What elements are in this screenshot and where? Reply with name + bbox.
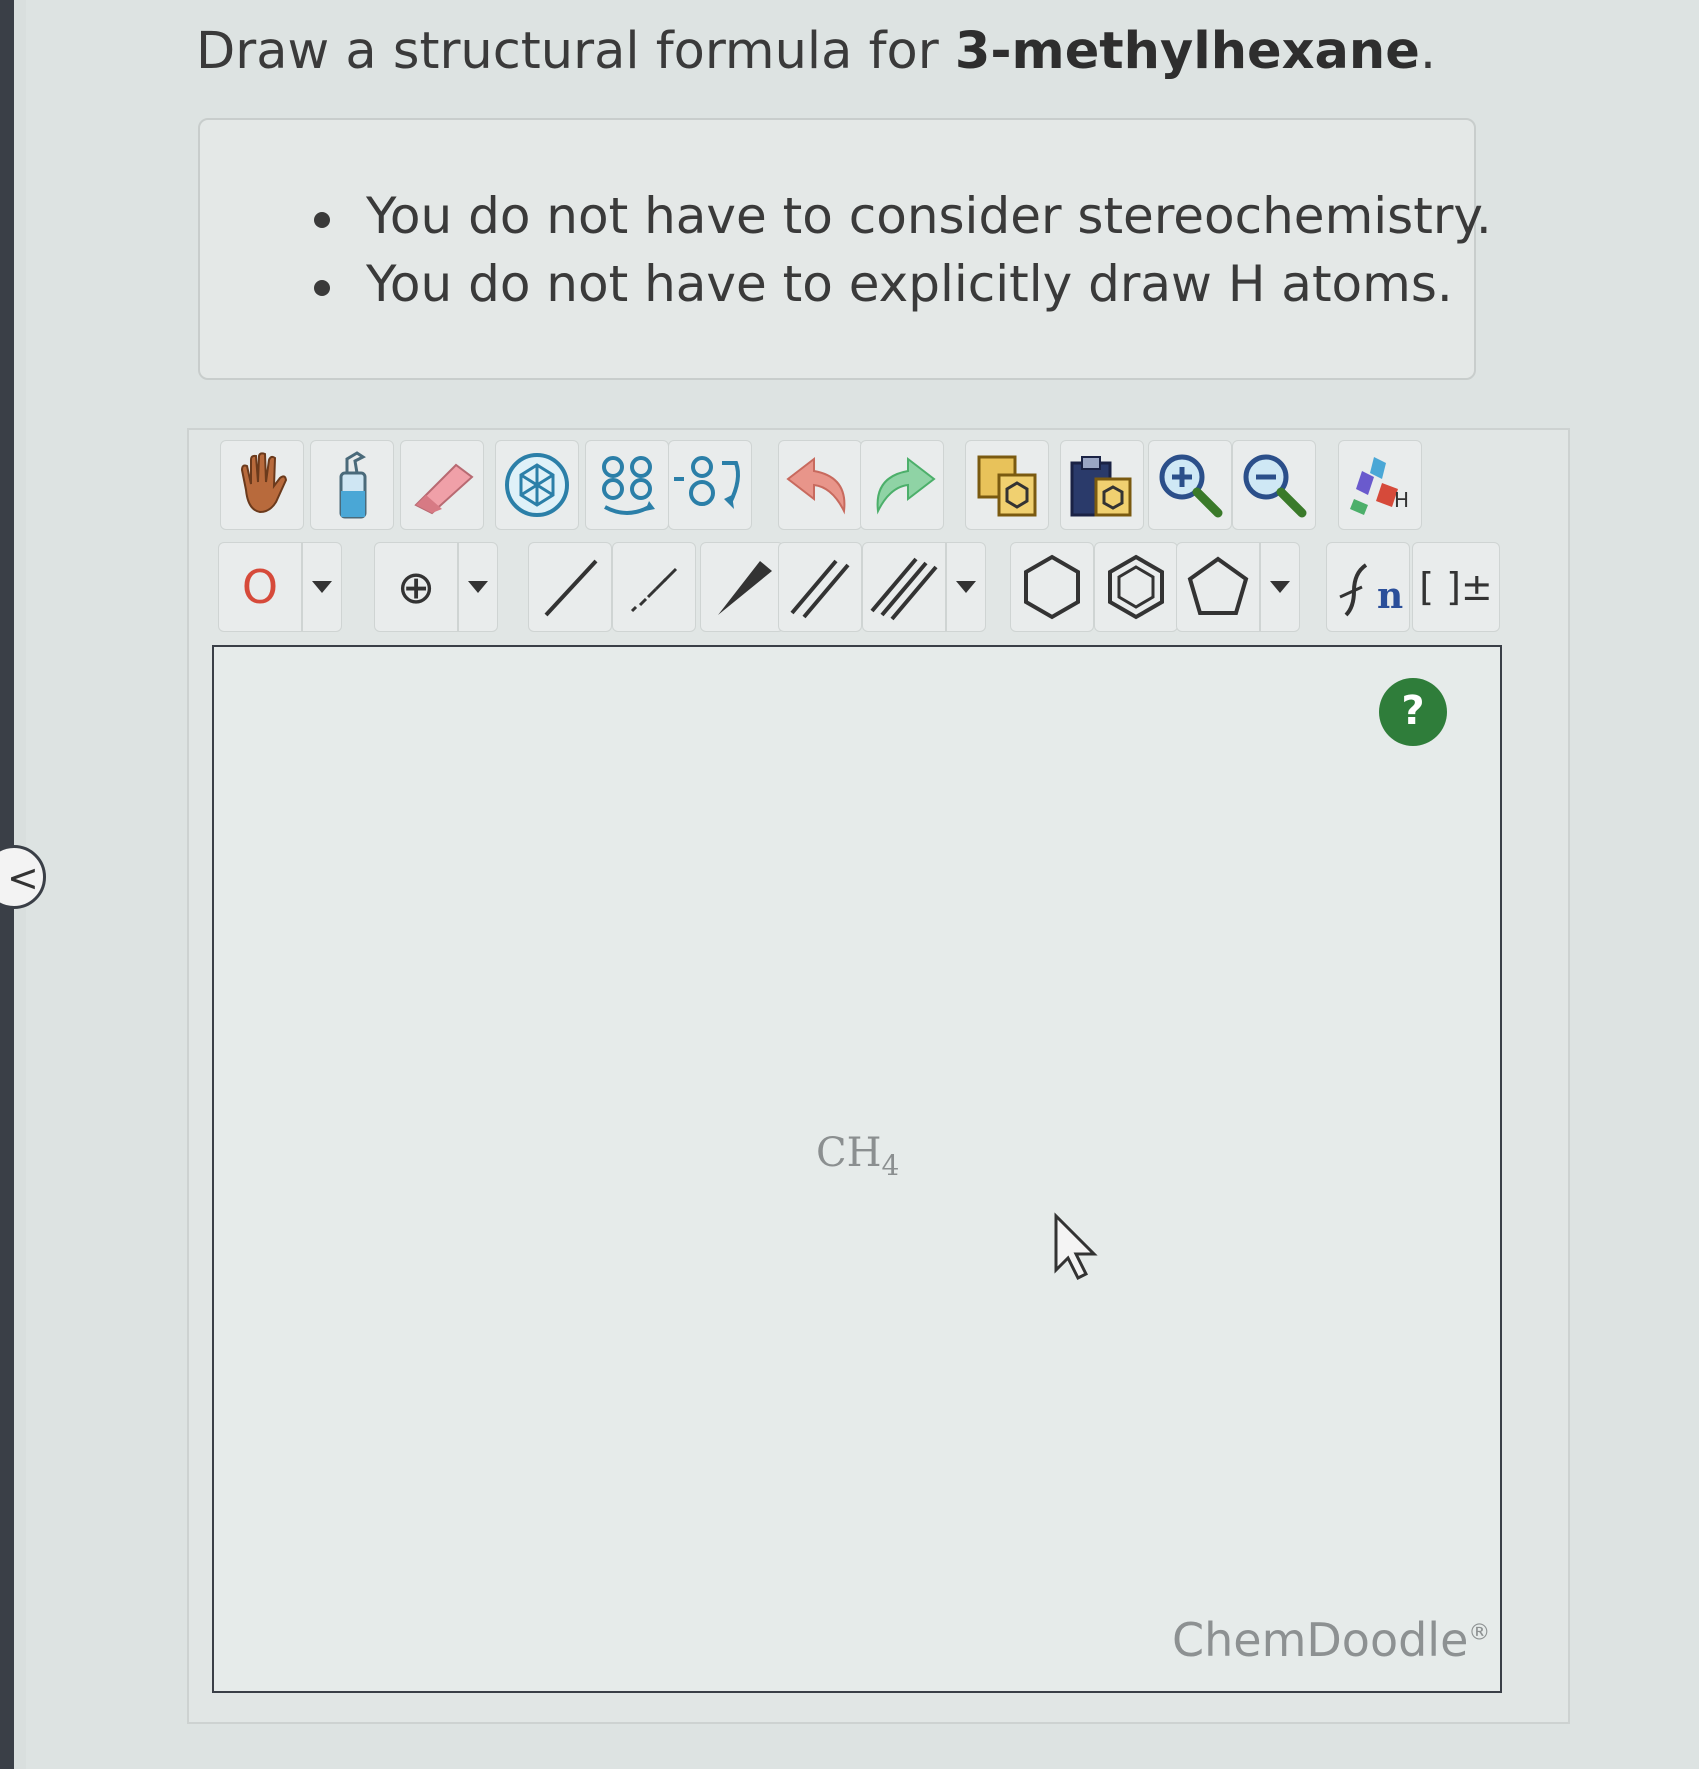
- copy-button[interactable]: [965, 440, 1049, 530]
- undo-icon: [786, 456, 846, 515]
- bracket-charge-button[interactable]: [ ]±: [1412, 542, 1500, 632]
- flip-button[interactable]: [585, 440, 669, 530]
- question-suffix: .: [1419, 22, 1437, 81]
- atom-label: O: [241, 560, 279, 614]
- wedge-bond-button[interactable]: [700, 542, 784, 632]
- chemdoodle-brand: ChemDoodle®: [1172, 1613, 1490, 1667]
- cyclohexane-button[interactable]: [1010, 542, 1094, 632]
- paste-icon: [1070, 456, 1132, 517]
- hashed-bond-icon: [630, 567, 678, 613]
- redo-icon: [876, 456, 936, 515]
- svg-text:H: H: [1394, 488, 1409, 512]
- ring-dropdown[interactable]: [1260, 542, 1300, 632]
- triple-bond-button[interactable]: [862, 542, 946, 632]
- ring-template-icon: [505, 453, 569, 517]
- instructions-box: You do not have to consider stereochemis…: [198, 118, 1492, 380]
- repeat-unit-button[interactable]: n: [1326, 542, 1410, 632]
- single-bond-icon: [544, 559, 598, 617]
- brand-label: ChemDoodle: [1172, 1613, 1469, 1667]
- charge-dropdown[interactable]: [458, 542, 498, 632]
- bracket-charge-label: [ ]±: [1419, 565, 1493, 609]
- mouse-cursor-icon: [1054, 1212, 1098, 1281]
- double-bond-icon: [790, 559, 850, 619]
- pan-hand-button[interactable]: [220, 440, 304, 530]
- collapse-nav-button[interactable]: <: [0, 845, 46, 909]
- chevron-down-icon: [468, 581, 488, 593]
- instruction-item: You do not have to consider stereochemis…: [310, 182, 1492, 250]
- hand-icon: [240, 452, 288, 514]
- wedge-bond-icon: [718, 561, 772, 615]
- bond-dropdown[interactable]: [946, 542, 986, 632]
- instruction-item: You do not have to explicitly draw H ato…: [310, 250, 1492, 318]
- flip-icon: [602, 456, 655, 515]
- question-compound: 3-methylhexane: [954, 22, 1420, 81]
- undo-button[interactable]: [778, 440, 862, 530]
- cyclopentane-icon: [1187, 556, 1249, 615]
- instructions-list: You do not have to consider stereochemis…: [310, 182, 1492, 318]
- molecule-subscript: 4: [881, 1149, 900, 1182]
- atom-dropdown[interactable]: [302, 542, 342, 632]
- help-button[interactable]: ?: [1379, 678, 1447, 746]
- zoom-out-button[interactable]: [1232, 440, 1316, 530]
- eraser-icon: [414, 463, 474, 515]
- redo-button[interactable]: [860, 440, 944, 530]
- chevron-down-icon: [1270, 581, 1290, 593]
- benzene-icon: [1108, 554, 1164, 620]
- molecule-label[interactable]: CH4: [816, 1130, 899, 1182]
- cyclohexane-icon: [1024, 554, 1080, 620]
- charge-label: ⊕: [396, 560, 436, 614]
- hash-bond-button[interactable]: [612, 542, 696, 632]
- charge-button[interactable]: ⊕: [374, 542, 458, 632]
- chevron-down-icon: [312, 581, 332, 593]
- atom-button[interactable]: O: [218, 542, 302, 632]
- cyclopentane-button[interactable]: [1176, 542, 1260, 632]
- chevron-down-icon: [956, 581, 976, 593]
- paste-button[interactable]: [1060, 440, 1144, 530]
- bottle-icon: [339, 451, 367, 519]
- zoom-in-button[interactable]: [1148, 440, 1232, 530]
- copy-icon: [977, 455, 1037, 517]
- eraser-button[interactable]: [400, 440, 484, 530]
- rotate-icon: [674, 456, 740, 509]
- question-prefix: Draw a structural formula for: [196, 22, 955, 81]
- lasso-bottle-button[interactable]: [310, 440, 394, 530]
- clean-button[interactable]: H: [1338, 440, 1422, 530]
- molecule-main: CH: [816, 1130, 882, 1176]
- template-ring-button[interactable]: [495, 440, 579, 530]
- double-bond-button[interactable]: [778, 542, 862, 632]
- rotate-button[interactable]: [668, 440, 752, 530]
- zoom-out-icon: [1243, 454, 1307, 518]
- triple-bond-icon: [870, 557, 938, 621]
- chevron-left-icon: <: [7, 856, 39, 900]
- single-bond-button[interactable]: [528, 542, 612, 632]
- zoom-in-icon: [1159, 454, 1223, 518]
- benzene-button[interactable]: [1094, 542, 1178, 632]
- brand-mark: ®: [1468, 1620, 1491, 1646]
- clean-icon: H: [1350, 457, 1409, 515]
- repeat-unit-label: n: [1377, 575, 1404, 617]
- question-text: Draw a structural formula for 3-methylhe…: [196, 22, 1436, 81]
